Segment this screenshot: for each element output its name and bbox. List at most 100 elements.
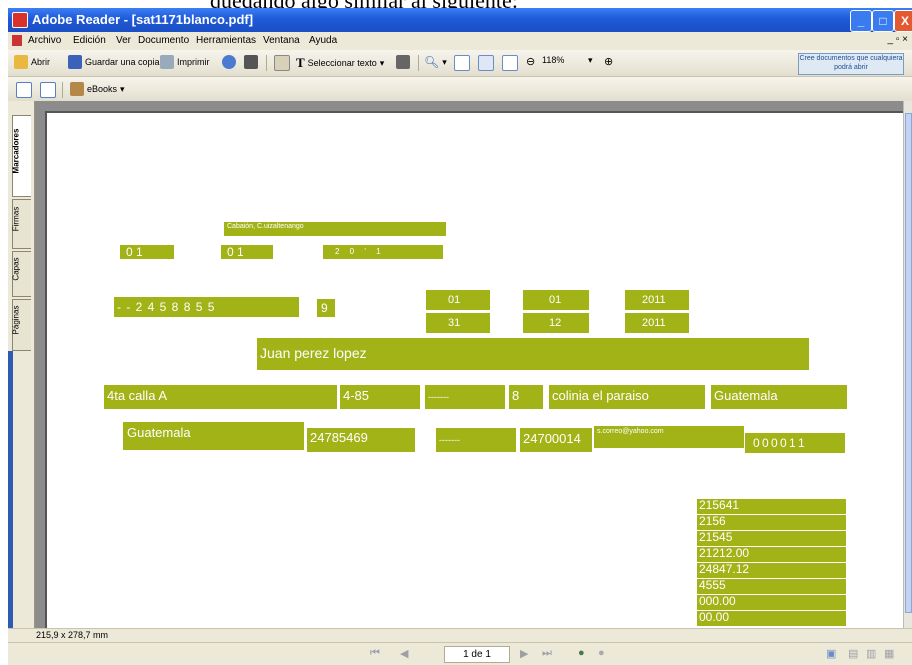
promo-banner[interactable]: Cree documentos que cualquiera podrá abr… (798, 53, 904, 75)
field-end-day[interactable]: 31 (426, 313, 490, 333)
email-icon[interactable] (222, 55, 236, 69)
toolbar-separator (266, 55, 267, 71)
select-text-label: Seleccionar texto (307, 58, 377, 68)
actual-size-icon[interactable] (454, 55, 470, 71)
fit-page-icon[interactable] (478, 55, 494, 71)
print-button[interactable]: Imprimir (160, 55, 210, 69)
field-municipality[interactable]: Guatemala (711, 385, 847, 409)
menu-edicion[interactable]: Edición (73, 35, 106, 46)
menu-ayuda[interactable]: Ayuda (309, 35, 337, 46)
field-dashes[interactable]: ------- (425, 385, 505, 409)
field-code-digits[interactable]: 0 0 0 0 1 1 (745, 433, 845, 453)
menu-herramientas[interactable]: Herramientas (196, 35, 256, 46)
field-phone-dashes[interactable]: ------- (436, 428, 516, 452)
amount-row[interactable]: 215641 (697, 499, 846, 514)
vertical-scrollbar[interactable] (903, 101, 912, 628)
minimize-button[interactable]: _ (850, 10, 872, 32)
field-end-month[interactable]: 12 (523, 313, 589, 333)
tab-capas[interactable]: Capas (12, 251, 31, 297)
zoom-icon[interactable]: 🔍︎ ▾ (424, 55, 447, 69)
save-copy-label: Guardar una copia (85, 57, 160, 67)
field-nit[interactable]: - - 2 4 5 8 8 5 5 (114, 297, 299, 317)
facing-icon[interactable]: ▥ (866, 647, 876, 660)
secondary-toolbar: eBooks ▾ (8, 77, 912, 102)
pdf-page: Cabaión, C.uizaltenango 0 1 0 1 2 0 ' 1 … (45, 111, 905, 630)
hand-tool-icon[interactable] (274, 55, 290, 71)
menu-ver[interactable]: Ver (116, 35, 131, 46)
field-code-c[interactable]: 2 0 ' 1 (323, 245, 443, 259)
last-page-icon[interactable]: ⏭ (542, 647, 552, 660)
maximize-button[interactable]: □ (872, 10, 894, 32)
field-end-year[interactable]: 2011 (625, 313, 689, 333)
text-cursor-icon: T (296, 55, 305, 70)
continuous-facing-icon[interactable]: ▦ (884, 647, 894, 660)
field-municipio[interactable]: Cabaión, C.uizaltenango (224, 222, 446, 236)
chevron-down-icon: ▾ (379, 57, 385, 68)
document-icon (12, 35, 22, 46)
amount-row[interactable]: 2156 (697, 515, 846, 530)
print-label: Imprimir (177, 57, 210, 67)
ebooks-label: eBooks (87, 84, 118, 94)
amount-row[interactable]: 24847.12 (697, 563, 846, 578)
previous-view-icon[interactable]: ● (578, 647, 585, 659)
close-button[interactable]: X (894, 10, 912, 32)
document-window-controls[interactable]: _ ▫ × (887, 34, 908, 45)
save-copy-button[interactable]: Guardar una copia (68, 55, 160, 69)
page-tool-icon[interactable] (16, 82, 32, 98)
field-phone[interactable]: 24785469 (307, 428, 415, 452)
field-code-b[interactable]: 0 1 (221, 245, 273, 259)
open-folder-icon (14, 55, 28, 69)
field-email[interactable]: s.correo@yahoo.com (594, 426, 744, 448)
menu-archivo[interactable]: Archivo (28, 35, 61, 46)
save-icon (68, 55, 82, 69)
page-number-field[interactable]: 1 de 1 (444, 646, 510, 663)
page-navigation-bar: ⏮ ◀ 1 de 1 ▶ ⏭ ● ● ▣ ▤ ▥ ▦ (8, 642, 912, 665)
menu-bar: Archivo Edición Ver Documento Herramient… (8, 32, 912, 50)
field-name[interactable]: Juan perez lopez (257, 338, 809, 370)
amount-row[interactable]: 4555 (697, 579, 846, 594)
select-text-button[interactable]: T Seleccionar texto ▾ (296, 55, 384, 71)
field-fax[interactable]: 24700014 (520, 428, 592, 452)
scrollbar-thumb[interactable] (905, 113, 912, 613)
first-page-icon[interactable]: ⏮ (370, 647, 380, 660)
continuous-icon[interactable]: ▤ (848, 647, 858, 660)
field-code-a[interactable]: 0 1 (120, 245, 174, 259)
ebooks-button[interactable]: eBooks ▾ (70, 82, 125, 96)
zoom-level-field[interactable]: 118% (542, 55, 564, 65)
amount-row[interactable]: 000.00 (697, 595, 846, 610)
navigation-panel: Marcadores Firmas Capas Páginas (8, 101, 35, 628)
zoom-out-icon[interactable]: ⊖ (526, 55, 535, 68)
open-button[interactable]: Abrir (14, 55, 50, 69)
tab-firmas[interactable]: Firmas (12, 199, 31, 249)
field-start-day[interactable]: 01 (426, 290, 490, 310)
rotate-icon[interactable] (40, 82, 56, 98)
amount-row[interactable]: 21212.00 (697, 547, 846, 562)
search-icon[interactable] (244, 55, 258, 69)
chevron-down-icon: ▾ (120, 83, 125, 94)
amount-row[interactable]: 21545 (697, 531, 846, 546)
zoom-in-icon[interactable]: ⊕ (604, 55, 613, 68)
menu-ventana[interactable]: Ventana (263, 35, 300, 46)
field-start-month[interactable]: 01 (523, 290, 589, 310)
tab-marcadores[interactable]: Marcadores (12, 115, 31, 197)
snapshot-icon[interactable] (396, 55, 410, 69)
toolbar-separator (418, 55, 419, 71)
next-view-icon[interactable]: ● (598, 647, 605, 659)
next-page-icon[interactable]: ▶ (520, 647, 528, 660)
amount-row[interactable]: 00.00 (697, 611, 846, 626)
panel-splitter[interactable] (8, 351, 13, 628)
field-start-year[interactable]: 2011 (625, 290, 689, 310)
field-nit-check[interactable]: 9 (317, 299, 335, 317)
single-page-icon[interactable]: ▣ (826, 647, 836, 660)
field-number[interactable]: 4-85 (340, 385, 420, 409)
menu-documento[interactable]: Documento (138, 35, 189, 46)
tab-paginas[interactable]: Páginas (12, 299, 31, 351)
field-department[interactable]: Guatemala (123, 422, 304, 450)
fit-width-icon[interactable] (502, 55, 518, 71)
printer-icon (160, 55, 174, 69)
field-zone[interactable]: 8 (509, 385, 543, 409)
prev-page-icon[interactable]: ◀ (400, 647, 408, 660)
field-colony[interactable]: colinia el paraiso (549, 385, 705, 409)
zoom-dropdown-icon[interactable]: ▾ (588, 55, 593, 66)
field-street[interactable]: 4ta calla A (104, 385, 337, 409)
